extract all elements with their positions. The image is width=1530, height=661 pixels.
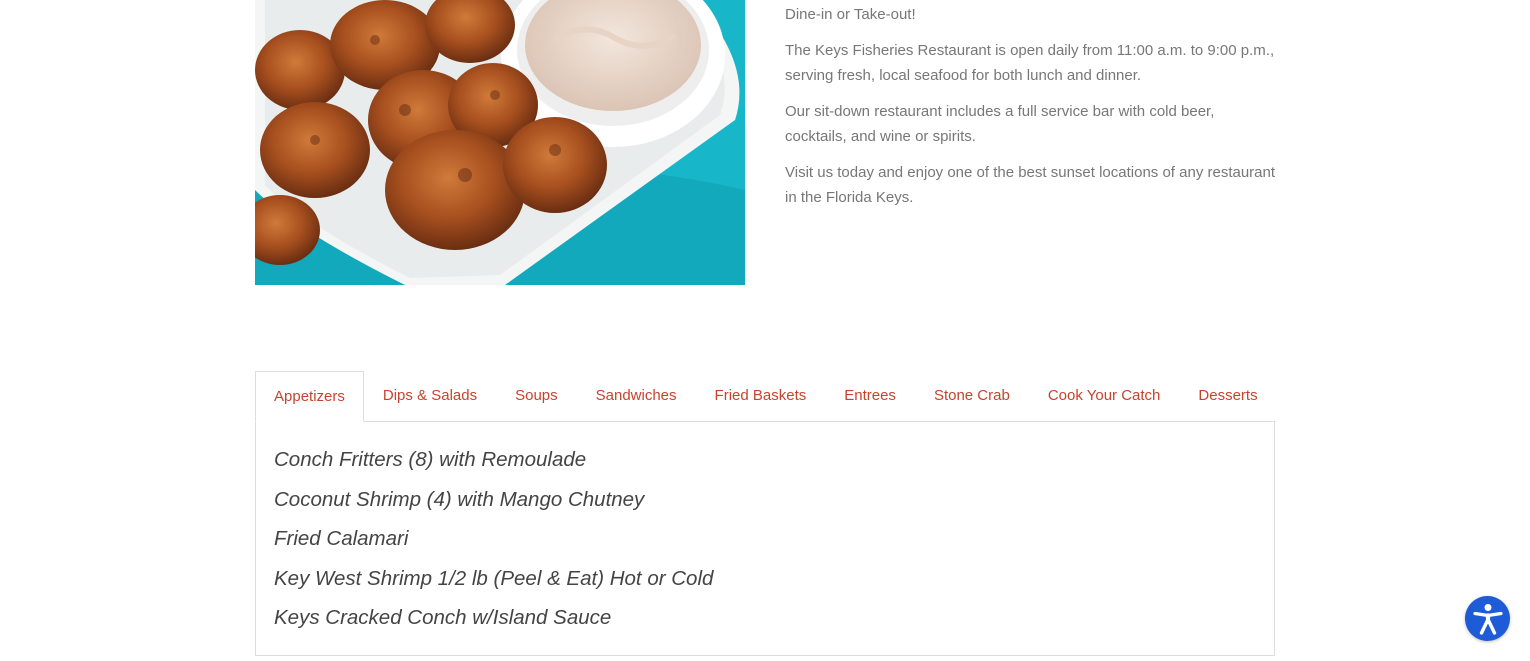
page: Dine-in or Take-out! The Keys Fisheries … [0,0,1530,661]
conch-fritters-photo [255,0,745,285]
accessibility-person-icon [1472,603,1503,635]
menu-item: Conch Fritters (8) with Remoulade [274,448,587,471]
menu-item: Coconut Shrimp (4) with Mango Chutney [274,487,645,511]
intro-paragraph: Our sit-down restaurant includes a full … [785,102,1215,146]
intro-paragraph: Visit us today and enjoy one of the best… [785,163,1276,207]
accessibility-button[interactable] [1465,596,1510,641]
restaurant-intro: Dine-in or Take-out! The Keys Fisheries … [785,0,1277,221]
tab-soups[interactable]: Soups [496,371,577,422]
tab-entrees[interactable]: Entrees [825,371,915,422]
tab-stone-crab[interactable]: Stone Crab [915,371,1029,422]
appetizers-panel: Conch Fritters (8) with Remoulade Coconu… [255,421,1275,656]
menu-item: Fried Calamari [274,527,409,550]
tab-cook-your-catch[interactable]: Cook Your Catch [1029,371,1180,422]
menu-item: Keys Cracked Conch w/Island Sauce [274,606,612,629]
tab-fried-baskets[interactable]: Fried Baskets [696,371,826,422]
intro-paragraph: Dine-in or Take-out! [785,6,916,23]
tab-desserts[interactable]: Desserts [1179,371,1276,422]
tab-sandwiches[interactable]: Sandwiches [577,371,696,422]
tab-dips-salads[interactable]: Dips & Salads [364,371,496,422]
menu-tabs: Appetizers Dips & Salads Soups Sandwiche… [255,371,1275,422]
menu-item: Key West Shrimp 1/2 lb (Peel & Eat) Hot … [274,566,714,590]
intro-paragraph: The Keys Fisheries Restaurant is open da… [785,41,1275,85]
tab-appetizers[interactable]: Appetizers [255,371,364,422]
